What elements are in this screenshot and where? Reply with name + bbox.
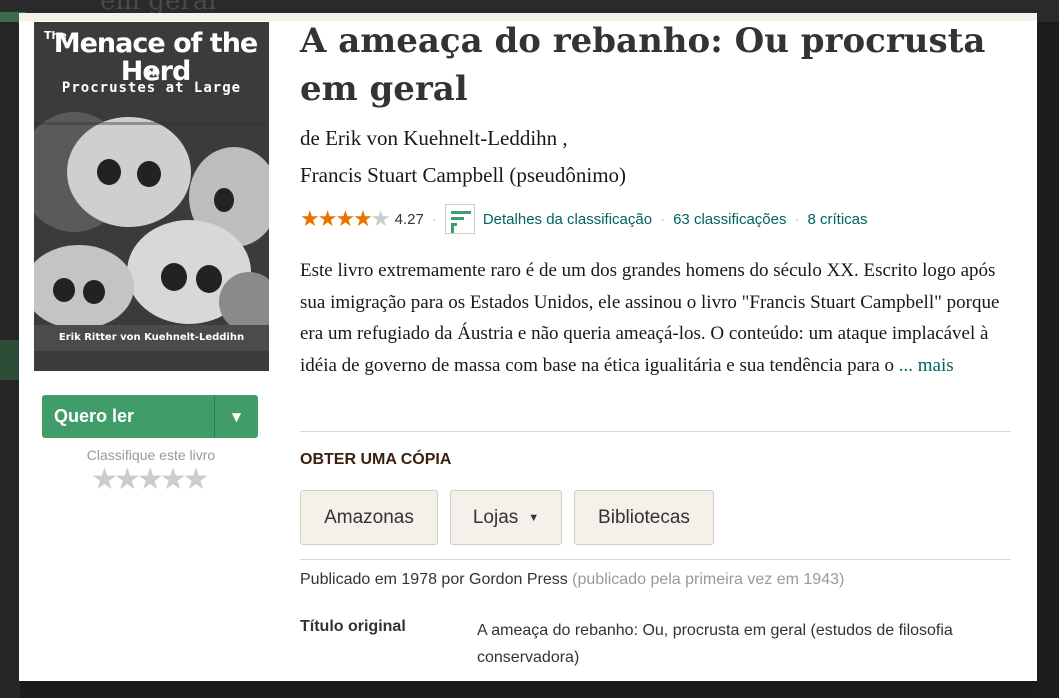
background-left-edge <box>0 22 20 698</box>
average-rating: 4.27 <box>394 210 424 228</box>
get-a-copy-heading: OBTER UMA CÓPIA <box>300 451 452 468</box>
want-to-read-button[interactable]: Quero ler ▼ <box>42 395 258 438</box>
first-published-text: (publicado pela primeira vez em 1943) <box>572 571 845 588</box>
chevron-down-icon: ▼ <box>528 511 540 524</box>
stores-button-label: Lojas <box>472 506 519 528</box>
cover-author: Erik Ritter von Kuehnelt-Leddihn <box>34 325 269 351</box>
want-to-read-dropdown[interactable]: ▼ <box>215 395 258 438</box>
cover-subtitle: Procrustes at Large <box>61 80 242 96</box>
original-title-value: A ameaça do rebanho: Ou, procrusta em ge… <box>477 622 953 666</box>
rating-details-chart-icon[interactable] <box>444 204 475 234</box>
stores-dropdown-button[interactable]: Lojas ▼ <box>450 490 562 545</box>
description-text: Este livro extremamente raro é de um dos… <box>300 260 1000 376</box>
amazon-button[interactable]: Amazonas <box>300 490 438 545</box>
rating-details-link[interactable]: Detalhes da classificação <box>483 211 652 228</box>
libraries-button[interactable]: Bibliotecas <box>574 490 714 545</box>
average-rating-stars-icon: ★★★★★ <box>300 206 391 232</box>
reviews-count-link[interactable]: 8 críticas <box>807 211 867 228</box>
book-title: A ameaça do rebanho: Ou procrusta em ger… <box>300 21 986 109</box>
separator-dot: · <box>794 210 800 228</box>
amazon-button-label: Amazonas <box>324 506 414 528</box>
rating-row: ★★★★★ 4.27 · Detalhes da classificação ·… <box>300 204 868 234</box>
published-text: Publicado em 1978 por Gordon Press <box>300 571 568 588</box>
author-line-2[interactable]: Francis Stuart Campbell (pseudônimo) <box>300 157 1020 194</box>
background-right-edge <box>1037 22 1059 698</box>
book-details-panel: The Menace of the Herd OR Procrustes at … <box>19 13 1037 681</box>
cover-title-or: OR <box>144 69 159 79</box>
separator-dot: · <box>431 210 437 228</box>
author-line-1[interactable]: de Erik von Kuehnelt-Leddihn , <box>300 120 1020 157</box>
original-title-label: Título original <box>300 618 406 635</box>
isbn-row-cut-off <box>300 673 900 681</box>
book-description: Este livro extremamente raro é de um dos… <box>300 255 1016 381</box>
description-more-link[interactable]: ... mais <box>899 355 954 376</box>
divider <box>300 559 1011 560</box>
background-green-block <box>0 340 20 380</box>
book-cover[interactable]: The Menace of the Herd OR Procrustes at … <box>34 22 269 371</box>
ratings-count-link[interactable]: 63 classificações <box>673 211 786 228</box>
want-to-read-label[interactable]: Quero ler <box>42 395 215 438</box>
rate-this-book-stars[interactable]: ★★★★★ <box>91 463 210 497</box>
chevron-down-icon: ▼ <box>231 409 242 424</box>
publication-info: Publicado em 1978 por Gordon Press (publ… <box>300 571 844 589</box>
separator-dot: · <box>660 210 666 228</box>
book-authors: de Erik von Kuehnelt-Leddihn , Francis S… <box>300 120 1020 194</box>
divider <box>300 431 1011 432</box>
libraries-button-label: Bibliotecas <box>598 506 690 528</box>
